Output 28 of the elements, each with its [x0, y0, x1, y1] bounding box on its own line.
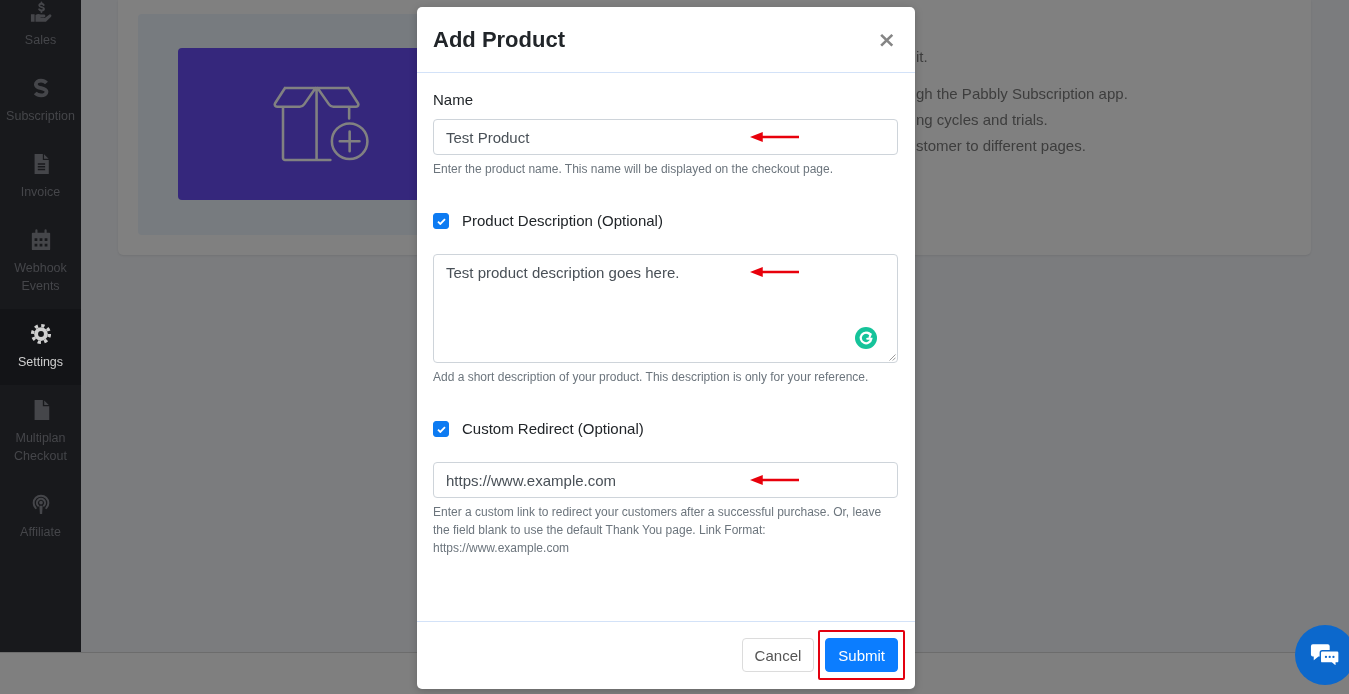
help-text: Add a short description of your product. This description is only for your reference.: [433, 369, 870, 386]
help-text: Enter the product name. This name will be displayed on the checkout page.: [433, 161, 835, 178]
hand-dollar-icon: [29, 1, 52, 23]
checkbox[interactable]: [433, 421, 449, 437]
cancel-button[interactable]: Cancel: [741, 638, 815, 672]
submit-button[interactable]: Submit: [825, 638, 898, 672]
checkbox[interactable]: [433, 213, 449, 229]
gear-icon: [29, 323, 52, 345]
help-text: Enter a custom link to redirect your customers after a successful purchase. Or, leave the field blank to use the default Thank You page. Link Format: https://www.example.com: [433, 504, 883, 557]
text-input[interactable]: https://www.example.com: [433, 462, 898, 498]
body-text: it.: [916, 47, 929, 67]
calendar-icon: [29, 229, 52, 251]
chat-bubbles-icon: [1310, 642, 1340, 668]
close-button[interactable]: ×: [877, 27, 896, 52]
field-label: Name: [433, 90, 474, 110]
field-label: Product Description (Optional): [462, 211, 663, 231]
resize-handle-icon[interactable]: [889, 354, 896, 361]
modal-title: Add Product: [433, 25, 565, 54]
package-plus-icon: [272, 85, 371, 163]
textarea-field[interactable]: Test product description goes here.: [433, 254, 898, 363]
text-input[interactable]: Test Product: [433, 119, 898, 155]
body-text: gh the Pabbly Subscription app.: [916, 84, 1128, 104]
checkmark-icon: [436, 217, 446, 225]
field-label: Custom Redirect (Optional): [462, 419, 644, 439]
checkmark-icon: [436, 425, 446, 433]
body-text: stomer to different pages.: [916, 136, 1087, 156]
sidebar-item[interactable]: Settings: [0, 309, 81, 385]
body-text: ng cycles and trials.: [916, 110, 1049, 130]
